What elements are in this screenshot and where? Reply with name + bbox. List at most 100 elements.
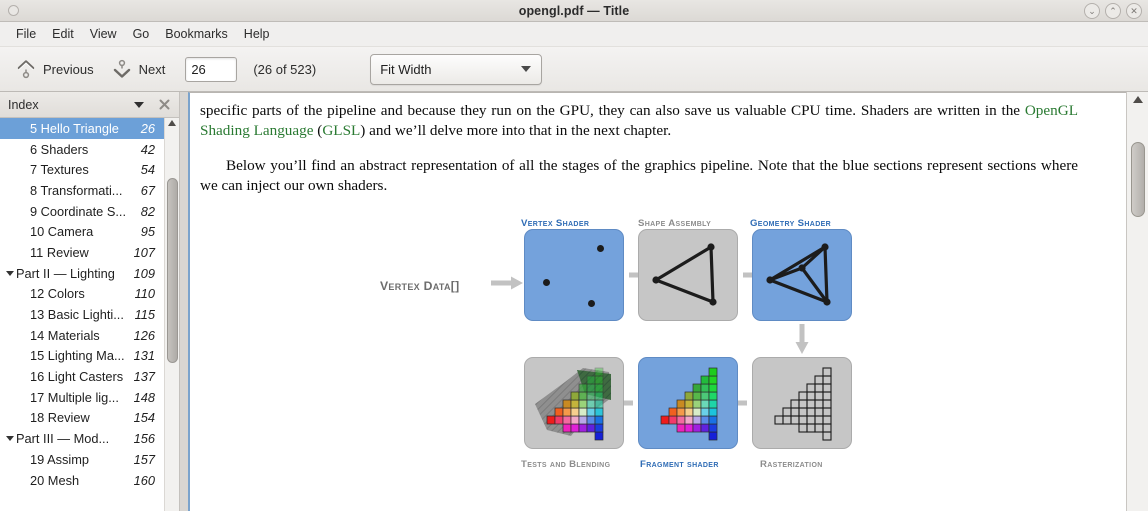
pdf-page: specific parts of the pipeline and becau… [188,92,1126,511]
index-item[interactable]: 7 Textures 54 [0,159,164,180]
expand-triangle-icon[interactable] [4,270,16,276]
sidebar-scrollbar-thumb[interactable] [167,178,178,363]
index-item[interactable]: 5 Hello Triangle 26 [0,118,164,139]
index-item-label: 11 Review [30,244,89,260]
close-icon[interactable] [158,98,171,111]
menu-bookmarks[interactable]: Bookmarks [157,24,236,44]
chevron-down-icon[interactable] [134,101,144,108]
index-item-page: 109 [133,265,155,281]
sidebar-header: Index [0,92,179,118]
index-item[interactable]: 10 Camera 95 [0,221,164,242]
index-item-page: 26 [140,120,155,136]
index-item-label: 7 Textures [30,162,89,178]
index-item[interactable]: 18 Review 154 [0,408,164,429]
index-item[interactable]: 13 Basic Lighti... 115 [0,304,164,325]
close-button[interactable]: ✕ [1126,3,1142,19]
index-item[interactable]: 12 Colors 110 [0,284,164,305]
index-item-label: 20 Mesh [30,472,80,488]
index-item[interactable]: 16 Light Casters 137 [0,366,164,387]
document-viewport[interactable]: specific parts of the pipeline and becau… [180,92,1126,511]
zoom-level-select[interactable]: Fit Width [370,53,543,85]
document-scrollbar[interactable] [1126,92,1148,511]
expand-triangle-icon[interactable] [4,436,16,442]
index-item-label: 19 Assimp [30,451,90,467]
index-item-page: 67 [140,182,155,198]
window-controls: ⌄ ⌃ ✕ [1084,3,1142,19]
chevron-down-icon [521,66,532,72]
index-item-page: 156 [133,431,155,447]
arrow-down-icon [795,324,809,354]
menu-edit[interactable]: Edit [44,24,82,44]
pdf-page-content: specific parts of the pipeline and becau… [190,93,1126,482]
stage-vertex-shader [524,229,624,321]
window-menu-icon[interactable] [8,5,19,16]
index-item-page: 148 [133,389,155,405]
paragraph-shaders: specific parts of the pipeline and becau… [200,101,1078,141]
index-item-label: 13 Basic Lighti... [30,307,124,323]
document-scrollbar-thumb[interactable] [1131,142,1145,217]
index-item[interactable]: 9 Coordinate S... 82 [0,201,164,222]
index-item[interactable]: 8 Transformati... 67 [0,180,164,201]
link-glsl[interactable]: GLSL [322,122,360,139]
index-item-page: 110 [134,286,155,302]
stage-rasterization [752,357,852,449]
page-number-input[interactable] [185,56,238,82]
rasterized-grid-graphic [774,367,832,441]
menu-view[interactable]: View [82,24,125,44]
index-item-label: Part III — Mod... [16,431,110,447]
maximize-button[interactable]: ⌃ [1105,3,1121,19]
index-item-page: 157 [133,451,155,467]
vertex-dot [543,279,550,286]
index-item-label: 18 Review [30,410,90,426]
index-item[interactable]: Part III — Mod... 156 [0,428,164,449]
stage-label-tests-and-blending: Tests and Blending [521,459,611,470]
index-item[interactable]: 17 Multiple lig... 148 [0,387,164,408]
index-item[interactable]: 20 Mesh 160 [0,470,164,491]
main-body: Index 5 Hello Triangle 26 6 Shaders 42 7 Tex… [0,92,1148,511]
arrow-right-icon [491,276,523,290]
index-item-label: 5 Hello Triangle [30,120,119,136]
index-item-page: 126 [133,327,155,343]
minimize-button[interactable]: ⌄ [1084,3,1100,19]
index-item[interactable]: 6 Shaders 42 [0,139,164,160]
index-item-label: 16 Light Casters [30,369,124,385]
index-item-label: 8 Transformati... [30,182,123,198]
stage-tests-and-blending [524,357,624,449]
menu-go[interactable]: Go [125,24,158,44]
index-item-label: 10 Camera [30,224,94,240]
index-item-label: 12 Colors [30,286,85,302]
sidebar-scrollbar[interactable] [164,118,179,511]
index-item-label: 14 Materials [30,327,100,343]
index-item[interactable]: 11 Review 107 [0,242,164,263]
index-list[interactable]: 5 Hello Triangle 26 6 Shaders 42 7 Textures 5… [0,118,164,511]
graphics-pipeline-diagram: Vertex Data[] Vertex Shader Shape Assemb… [380,212,940,482]
sidebar: Index 5 Hello Triangle 26 6 Shaders 42 7 Tex… [0,92,180,511]
arrow-up-icon[interactable] [168,120,176,126]
triangle-subdivided-graphic [766,243,831,306]
arrow-up-icon[interactable] [1133,96,1143,103]
menu-help[interactable]: Help [236,24,278,44]
next-page-button[interactable]: Next [106,54,172,84]
document-area: specific parts of the pipeline and becau… [180,92,1148,511]
vertex-dot [588,300,595,307]
index-item-label: Part II — Lighting [16,265,115,281]
index-item-label: 6 Shaders [30,141,89,157]
index-item[interactable]: 15 Lighting Ma... 131 [0,346,164,367]
index-item-label: 15 Lighting Ma... [30,348,125,364]
index-item[interactable]: 19 Assimp 157 [0,449,164,470]
index-item-label: 9 Coordinate S... [30,203,127,219]
sidebar-title: Index [8,97,39,112]
toolbar: Previous Next (26 of 523) Fit Width [0,47,1148,92]
menu-file[interactable]: File [8,24,44,44]
window-title: opengl.pdf — Title [518,3,630,18]
index-item-page: 54 [140,162,155,178]
paragraph-text-3: ) and we’ll delve more into that in the … [360,122,672,139]
previous-page-label: Previous [43,61,94,77]
index-item[interactable]: 14 Materials 126 [0,325,164,346]
pdf-viewer-window: opengl.pdf — Title ⌄ ⌃ ✕ File Edit View … [0,0,1148,511]
index-item[interactable]: Part II — Lighting 109 [0,263,164,284]
title-bar: opengl.pdf — Title ⌄ ⌃ ✕ [0,0,1148,22]
index-item-label: 17 Multiple lig... [30,389,119,405]
stage-geometry-shader [752,229,852,321]
previous-page-button[interactable]: Previous [10,54,100,84]
